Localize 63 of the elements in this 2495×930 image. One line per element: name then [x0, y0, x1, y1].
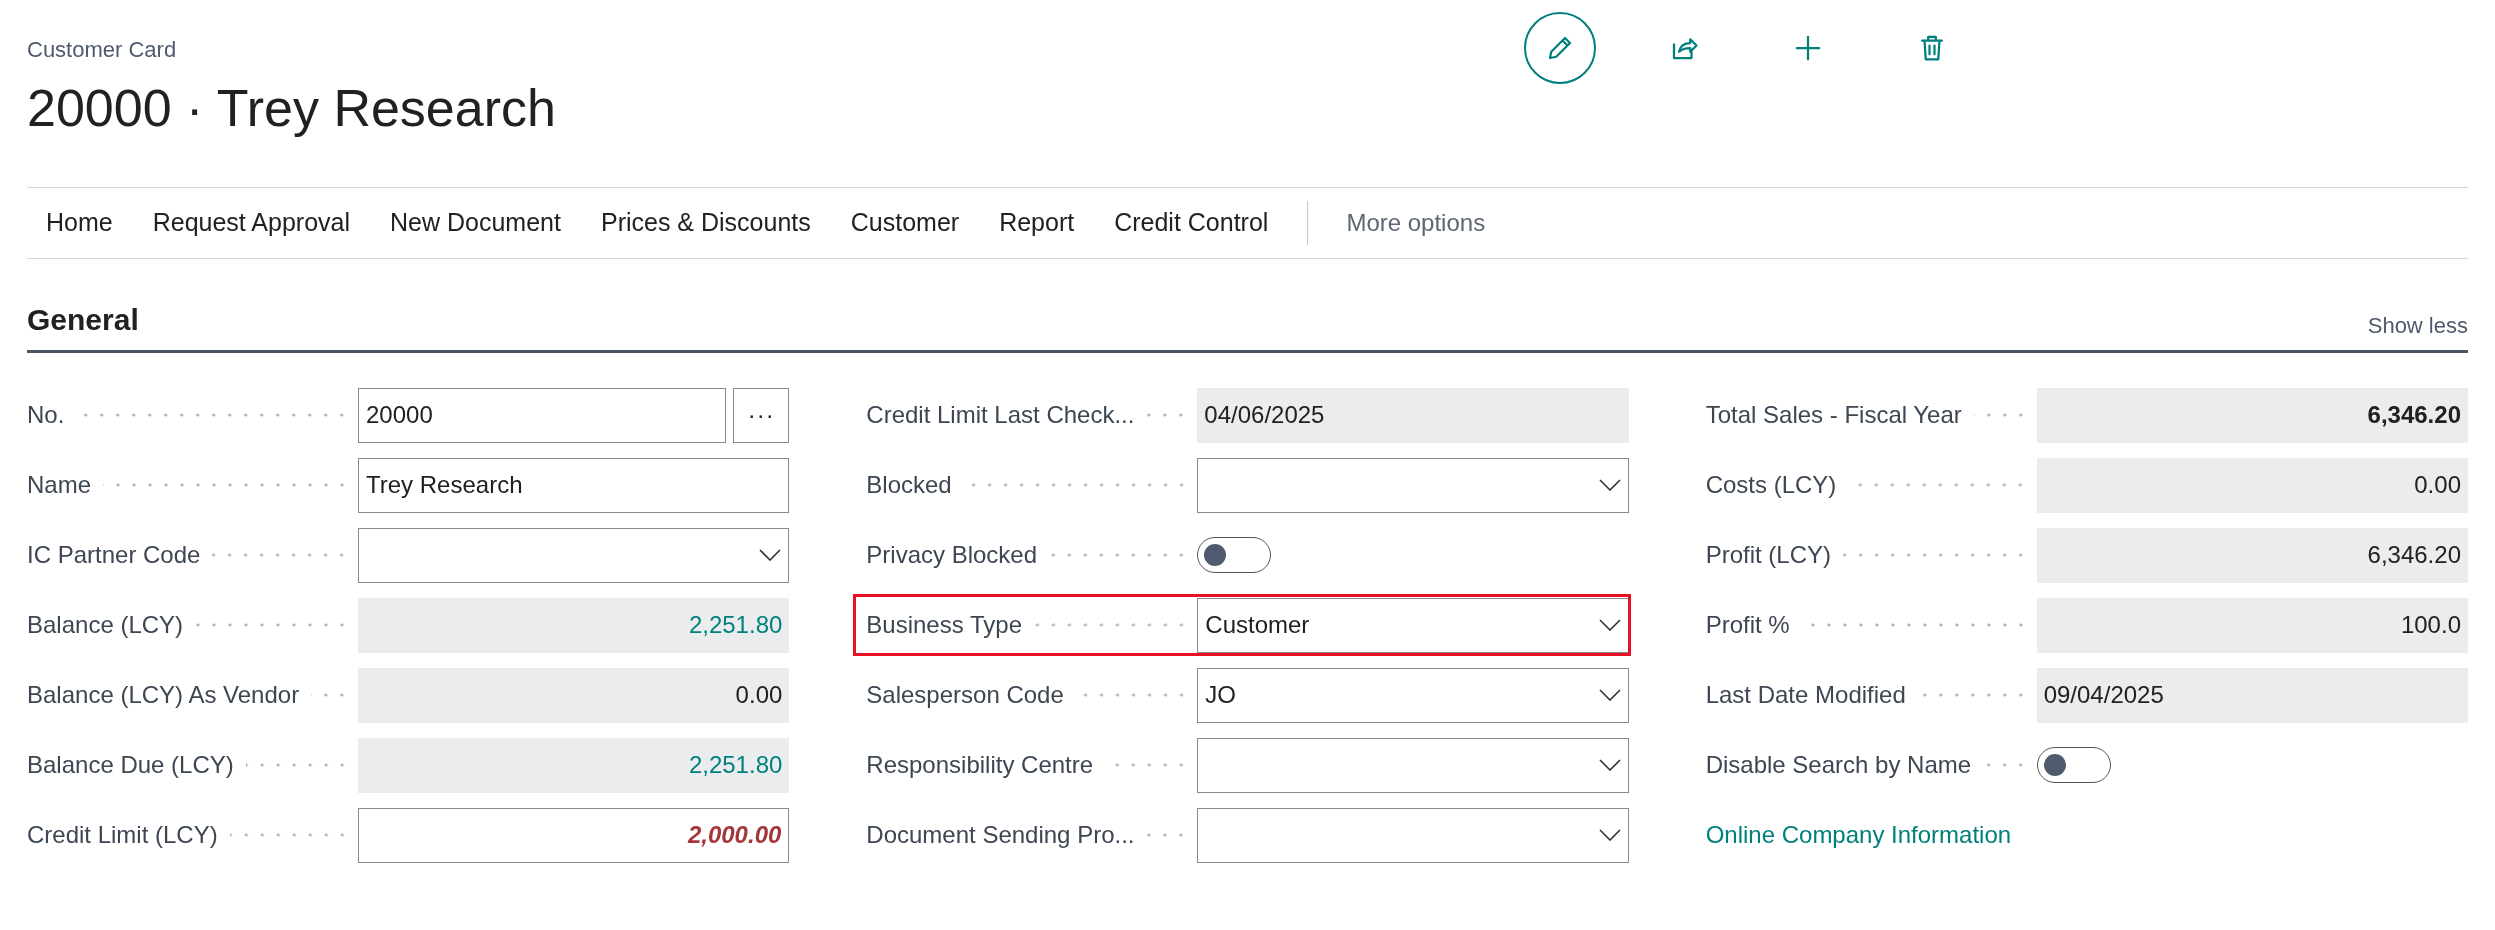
dropdown-field[interactable]: [358, 527, 790, 583]
chevron-down-icon: [1598, 479, 1621, 491]
field-label: Document Sending Pro...: [866, 820, 1135, 850]
dropdown-field[interactable]: JO: [1197, 667, 1629, 723]
field-label: Privacy Blocked: [866, 540, 1038, 570]
readonly-field: 04/06/2025: [1197, 387, 1629, 443]
readonly-field[interactable]: 2,251.80: [358, 597, 790, 653]
readonly-field: 09/04/2025: [2036, 667, 2468, 723]
action-menu-item[interactable]: Request Approval: [132, 204, 371, 242]
field-label: Credit Limit (LCY): [27, 820, 218, 850]
more-button[interactable]: ···: [733, 387, 790, 443]
dropdown-value: Customer: [1205, 610, 1310, 640]
field-label: No.: [27, 400, 65, 430]
page-caption: Customer Card: [27, 36, 177, 64]
readonly-field: 6,346.20: [2036, 527, 2468, 583]
chevron-down-icon: [1598, 689, 1621, 701]
section-title: General: [27, 302, 139, 338]
field-label: Profit %: [1705, 610, 1790, 640]
field-label: Blocked: [866, 470, 952, 500]
field-label: Last Date Modified: [1705, 680, 1906, 710]
plus-icon: [1793, 33, 1823, 63]
chevron-down-icon: [1598, 759, 1621, 771]
field-label: Business Type: [866, 610, 1022, 640]
field-label: Balance Due (LCY): [27, 750, 234, 780]
readonly-field: 100.0: [2036, 597, 2468, 653]
toggle-switch[interactable]: [2036, 747, 2111, 783]
action-menu-item[interactable]: Customer: [830, 204, 980, 242]
dropdown-field[interactable]: [1197, 807, 1629, 863]
field-label: Responsibility Centre: [866, 750, 1094, 780]
field-label: Balance (LCY) As Vendor: [27, 680, 300, 710]
readonly-field: 6,346.20: [2036, 387, 2468, 443]
field-label: Salesperson Code: [866, 680, 1064, 710]
field-label: Profit (LCY): [1705, 540, 1831, 570]
action-menu-item[interactable]: Credit Control: [1094, 204, 1289, 242]
chevron-down-icon: [759, 549, 782, 561]
readonly-field: 0.00: [2036, 457, 2468, 513]
field-label: Disable Search by Name: [1705, 750, 1972, 780]
field-label: Costs (LCY): [1705, 470, 1837, 500]
readonly-field: 0.00: [358, 667, 790, 723]
edit-button[interactable]: [1524, 12, 1596, 84]
dropdown-field[interactable]: [1197, 737, 1629, 793]
dropdown-value: JO: [1205, 680, 1236, 710]
online-info-link[interactable]: Online Company Information: [1705, 817, 2012, 853]
action-menu-item[interactable]: Report: [979, 204, 1095, 242]
action-menu-item[interactable]: New Document: [370, 204, 581, 242]
field-label: Balance (LCY): [27, 610, 184, 640]
action-menu-item[interactable]: Home: [27, 204, 133, 242]
text-field[interactable]: Trey Research: [358, 457, 790, 513]
amount-field[interactable]: 2,000.00: [358, 807, 790, 863]
dropdown-field[interactable]: Customer: [1197, 597, 1629, 653]
action-menu-item[interactable]: Prices & Discounts: [580, 204, 831, 242]
toggle-switch[interactable]: [1197, 537, 1272, 573]
field-label: IC Partner Code: [27, 540, 201, 570]
chevron-down-icon: [1598, 619, 1621, 631]
field-label: Total Sales - Fiscal Year: [1705, 400, 1962, 430]
chevron-down-icon: [1598, 829, 1621, 841]
show-less-link[interactable]: Show less: [2367, 309, 2468, 342]
field-label: Name: [27, 470, 92, 500]
field-label: Credit Limit Last Check...: [866, 400, 1135, 430]
dropdown-field[interactable]: [1197, 457, 1629, 513]
readonly-field[interactable]: 2,251.80: [358, 737, 790, 793]
more-options-menu-item[interactable]: More options: [1327, 205, 1505, 241]
text-field[interactable]: 20000: [358, 387, 727, 443]
